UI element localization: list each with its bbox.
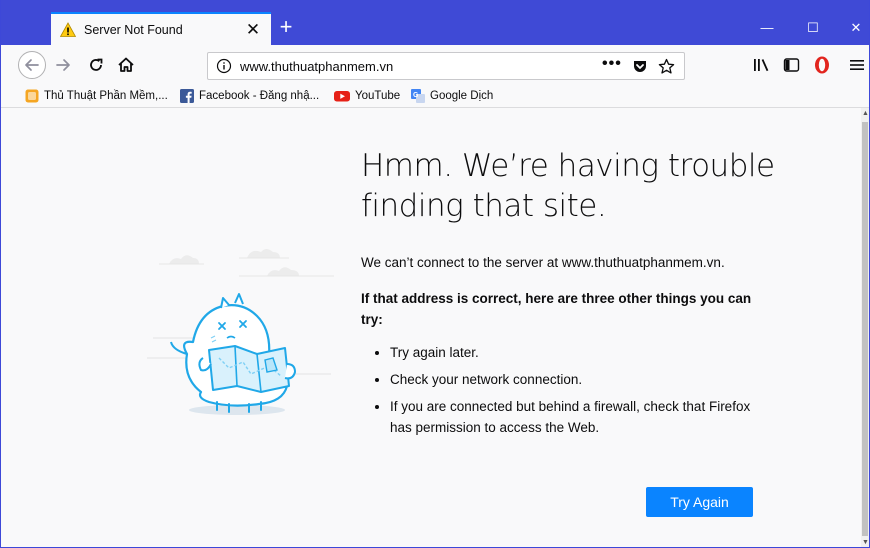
pocket-icon[interactable] (632, 58, 648, 74)
home-icon (118, 57, 134, 72)
google-translate-icon: G (411, 89, 425, 103)
reload-button[interactable] (83, 52, 109, 78)
library-icon[interactable] (753, 57, 771, 73)
reload-icon (90, 58, 103, 71)
new-tab-button[interactable]: + (275, 14, 297, 40)
tab-server-not-found[interactable]: Server Not Found ✕ (51, 12, 271, 45)
bookmark-label: Facebook - Đăng nhậ... (199, 90, 320, 102)
minimize-button[interactable]: — (757, 18, 777, 38)
back-arrow-icon (25, 59, 39, 71)
bookmarks-toolbar: Thủ Thuật Phần Mềm,... Facebook - Đăng n… (1, 85, 869, 108)
page-actions-menu-icon[interactable]: ••• (602, 55, 622, 73)
scroll-down-icon[interactable]: ▼ (862, 539, 869, 546)
bookmark-label: YouTube (355, 90, 401, 102)
url-text[interactable]: www.thuthuatphanmem.vn (240, 59, 393, 74)
error-title: Hmm. We’re having trouble finding that s… (361, 148, 775, 224)
bookmark-label: Thủ Thuật Phần Mềm,... (44, 90, 168, 102)
svg-text:G: G (413, 92, 419, 99)
error-page: Hmm. We’re having trouble finding that s… (1, 108, 862, 547)
navigation-toolbar: www.thuthuatphanmem.vn ••• (1, 45, 869, 86)
close-tab-icon[interactable]: ✕ (245, 21, 261, 38)
vertical-scrollbar[interactable]: ▲ ▼ (861, 108, 869, 547)
error-suggestions-list: Try again later. Check your network conn… (361, 342, 761, 444)
lost-dinosaur-map-illustration (147, 249, 334, 415)
warning-icon (60, 21, 76, 37)
site-info-icon[interactable] (216, 58, 232, 74)
bookmark-youtube[interactable]: YouTube (334, 88, 400, 104)
suggestion-item: Try again later. (390, 342, 761, 363)
error-description: We can’t connect to the server at www.th… (361, 255, 725, 270)
bookmark-site-icon (25, 89, 39, 103)
facebook-icon (180, 89, 194, 103)
suggestion-item: Check your network connection. (390, 369, 761, 390)
tab-title: Server Not Found (84, 22, 183, 37)
maximize-button[interactable]: ☐ (803, 18, 823, 38)
error-suggestions-heading: If that address is correct, here are thr… (361, 291, 752, 327)
bookmark-label: Google Dịch (430, 90, 494, 102)
forward-button[interactable] (51, 52, 77, 78)
sidebar-icon[interactable] (783, 57, 800, 73)
try-again-button[interactable]: Try Again (646, 487, 753, 517)
hamburger-menu-icon[interactable] (849, 57, 865, 73)
forward-arrow-icon (56, 59, 70, 71)
url-bar[interactable]: www.thuthuatphanmem.vn ••• (207, 52, 685, 80)
suggestion-item: If you are connected but behind a firewa… (390, 396, 761, 438)
browser-window: Server Not Found ✕ + — ☐ ✕ www.thuthuatp… (0, 0, 870, 548)
scroll-up-icon[interactable]: ▲ (862, 110, 869, 117)
close-window-button[interactable]: ✕ (846, 18, 866, 38)
youtube-icon (334, 91, 350, 102)
bookmark-google-dich[interactable]: G Google Dịch (411, 88, 493, 104)
tab-strip: Server Not Found ✕ + — ☐ ✕ (1, 0, 869, 45)
opera-icon[interactable] (813, 55, 831, 75)
scrollbar-thumb[interactable] (862, 122, 868, 536)
bookmark-star-icon[interactable] (658, 58, 675, 75)
bookmark-facebook[interactable]: Facebook - Đăng nhậ... (180, 88, 319, 104)
home-button[interactable] (113, 52, 139, 78)
back-button[interactable] (18, 51, 46, 79)
bookmark-thu-thuat-phan-mem[interactable]: Thủ Thuật Phần Mềm,... (25, 88, 168, 104)
